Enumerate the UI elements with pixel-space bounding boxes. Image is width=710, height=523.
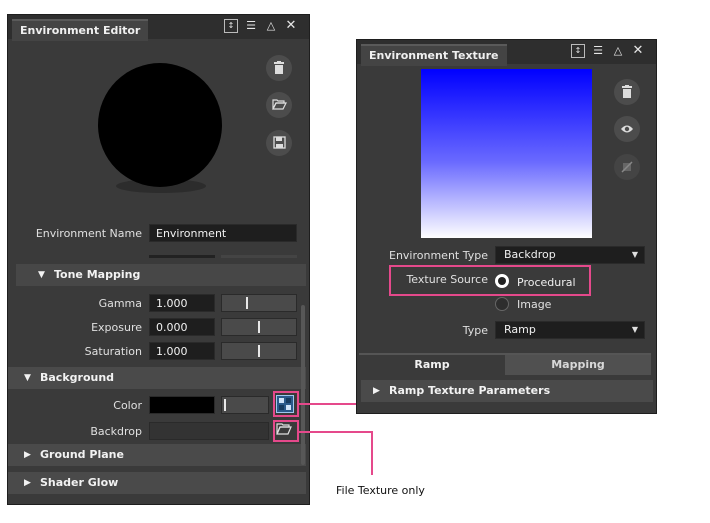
env-name-label: Environment Name xyxy=(35,227,142,240)
backdrop-button-highlight xyxy=(273,420,299,442)
image-radio[interactable] xyxy=(495,297,509,311)
saturation-slider-knob[interactable] xyxy=(258,345,260,357)
exposure-field[interactable]: 0.000 xyxy=(149,318,215,336)
saturation-slider[interactable] xyxy=(221,342,297,360)
trash-icon xyxy=(622,85,632,98)
exposure-slider[interactable] xyxy=(221,318,297,336)
editor-titlebar: Environment Editor ↕ ☰ △ ✕ xyxy=(8,15,309,41)
color-swatch[interactable] xyxy=(149,396,215,414)
expanded-arrow-icon: ▼ xyxy=(38,270,45,280)
exposure-label: Exposure xyxy=(91,321,142,334)
close-icon[interactable]: ✕ xyxy=(284,19,298,33)
float-icon[interactable]: △ xyxy=(611,44,625,58)
collapsed-arrow-icon: ▶ xyxy=(373,386,380,396)
trash-icon xyxy=(274,61,284,74)
collapsed-arrow-icon: ▶ xyxy=(24,450,31,460)
save-button[interactable] xyxy=(266,130,292,156)
eye-icon xyxy=(621,125,633,133)
expanded-arrow-icon: ▼ xyxy=(24,373,31,383)
environment-editor-panel: Environment Editor ↕ ☰ △ ✕ Environment N… xyxy=(7,14,310,505)
background-label: Background xyxy=(40,371,115,384)
image-label: Image xyxy=(517,298,552,311)
disabled-icon xyxy=(621,161,633,173)
connector-line xyxy=(371,431,373,475)
save-icon xyxy=(272,136,286,149)
gamma-field[interactable]: 1.000 xyxy=(149,294,215,312)
connector-line xyxy=(299,431,373,433)
exposure-slider-knob[interactable] xyxy=(258,321,260,333)
gamma-slider[interactable] xyxy=(221,294,297,312)
tab-mapping[interactable]: Mapping xyxy=(505,353,651,375)
saturation-label: Saturation xyxy=(84,345,142,358)
chevron-down-icon: ▼ xyxy=(631,325,638,334)
visibility-button[interactable] xyxy=(614,116,640,142)
background-section[interactable]: ▼ Background xyxy=(8,367,306,389)
chevron-down-icon: ▼ xyxy=(631,250,638,259)
hidden-row-edge-2 xyxy=(221,255,297,258)
collapse-icon[interactable]: ↕ xyxy=(571,44,585,58)
folder-icon xyxy=(271,99,287,110)
float-icon[interactable]: △ xyxy=(264,19,278,33)
backdrop-field[interactable] xyxy=(149,422,269,440)
texture-button-highlight xyxy=(273,391,299,417)
menu-icon[interactable]: ☰ xyxy=(244,19,258,33)
ground-plane-label: Ground Plane xyxy=(40,448,124,461)
delete-button[interactable] xyxy=(614,79,640,105)
close-icon[interactable]: ✕ xyxy=(631,44,645,58)
disabled-button[interactable] xyxy=(614,154,640,180)
type-dropdown[interactable]: Ramp ▼ xyxy=(495,321,645,339)
shader-glow-section[interactable]: ▶ Shader Glow xyxy=(8,472,306,494)
collapse-icon[interactable]: ↕ xyxy=(224,19,238,33)
backdrop-label: Backdrop xyxy=(90,425,142,438)
gamma-slider-knob[interactable] xyxy=(246,297,248,309)
saturation-field[interactable]: 1.000 xyxy=(149,342,215,360)
environment-texture-panel: Environment Texture ↕ ☰ △ ✕ Environment … xyxy=(356,39,657,414)
gamma-label: Gamma xyxy=(98,297,142,310)
scrollbar[interactable] xyxy=(301,305,305,465)
menu-icon[interactable]: ☰ xyxy=(591,44,605,58)
color-label: Color xyxy=(113,399,142,412)
annotation-text: File Texture only xyxy=(336,484,425,497)
type-label: Type xyxy=(462,324,488,337)
open-button[interactable] xyxy=(266,92,292,118)
texture-source-highlight xyxy=(389,265,591,296)
ramp-texture-preview xyxy=(421,69,592,238)
editor-title-tab[interactable]: Environment Editor xyxy=(12,19,149,41)
connector-line xyxy=(299,403,356,405)
env-type-value: Backdrop xyxy=(504,248,556,261)
hidden-row-edge xyxy=(149,255,215,258)
environment-preview-sphere xyxy=(98,63,222,187)
delete-button[interactable] xyxy=(266,55,292,81)
ground-plane-section[interactable]: ▶ Ground Plane xyxy=(8,444,306,466)
tone-mapping-section[interactable]: ▼ Tone Mapping xyxy=(16,264,306,286)
env-type-label: Environment Type xyxy=(389,249,488,262)
color-slider-knob[interactable] xyxy=(224,399,226,411)
shader-glow-label: Shader Glow xyxy=(40,476,119,489)
tone-mapping-label: Tone Mapping xyxy=(54,268,141,281)
collapsed-arrow-icon: ▶ xyxy=(24,478,31,488)
ramp-params-label: Ramp Texture Parameters xyxy=(389,384,551,397)
color-slider[interactable] xyxy=(221,396,269,414)
type-value: Ramp xyxy=(504,323,536,336)
texture-title-tab[interactable]: Environment Texture xyxy=(361,44,507,66)
env-name-field[interactable]: Environment xyxy=(149,224,297,242)
texture-titlebar: Environment Texture ↕ ☰ △ ✕ xyxy=(357,40,656,66)
ramp-params-section[interactable]: ▶ Ramp Texture Parameters xyxy=(361,380,653,402)
env-type-dropdown[interactable]: Backdrop ▼ xyxy=(495,246,645,264)
tab-ramp[interactable]: Ramp xyxy=(359,353,505,375)
